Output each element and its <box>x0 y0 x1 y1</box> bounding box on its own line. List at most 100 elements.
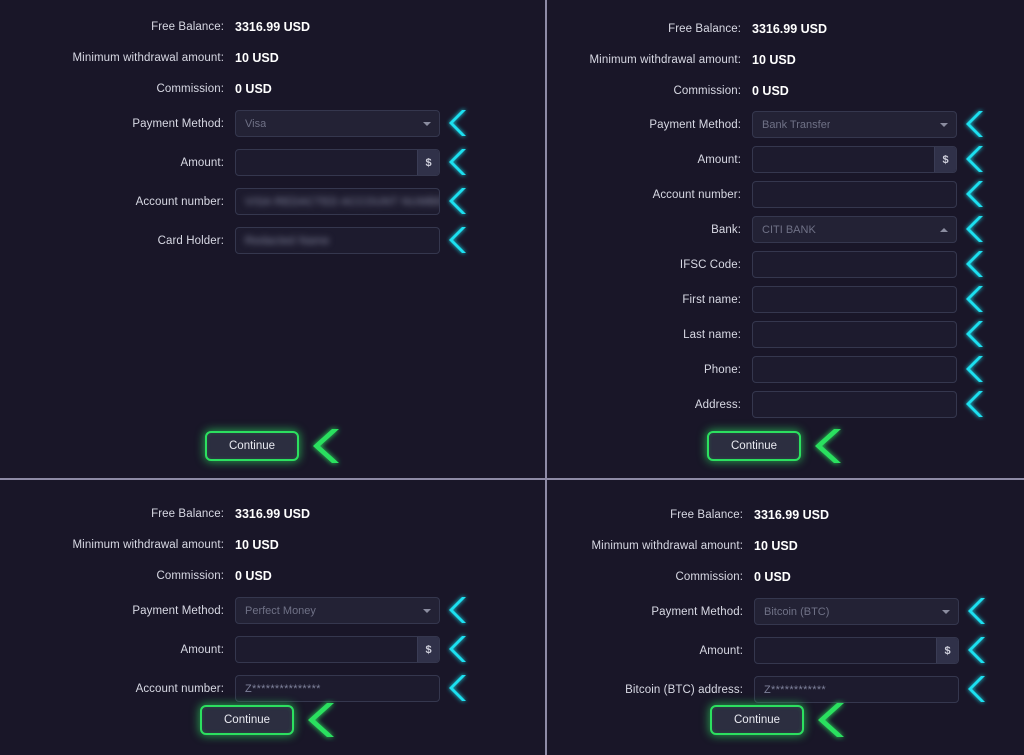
payment-method-row: Payment Method: Bank Transfer <box>547 111 1024 138</box>
commission-label: Commission: <box>0 570 235 582</box>
payment-method-select[interactable]: Bank Transfer <box>752 111 957 138</box>
bank-selected-value: CITI BANK <box>762 224 816 236</box>
ifsc-code-field[interactable] <box>752 251 957 278</box>
free-balance-row: Free Balance: 3316.99 USD <box>0 20 545 34</box>
payment-method-selected-value: Bank Transfer <box>762 119 830 131</box>
free-balance-value: 3316.99 USD <box>235 20 310 34</box>
left-chevron-arrow-icon <box>302 698 342 742</box>
minimum-withdrawal-label: Minimum withdrawal amount: <box>0 52 235 64</box>
phone-label: Phone: <box>547 364 752 376</box>
payment-method-label: Payment Method: <box>547 606 754 618</box>
account-number-field[interactable]: VISA REDACTED ACCOUNT NUMBER <box>235 188 440 215</box>
first-name-row: First name: <box>547 286 1024 313</box>
amount-row: Amount: $ <box>0 636 545 663</box>
continue-row: Continue <box>200 698 342 742</box>
card-holder-field[interactable]: Redacted Name <box>235 227 440 254</box>
payment-method-label: Payment Method: <box>0 605 235 617</box>
bank-select[interactable]: CITI BANK <box>752 216 957 243</box>
payment-method-row: Payment Method: Bitcoin (BTC) <box>547 598 1024 625</box>
payment-method-select[interactable]: Visa <box>235 110 440 137</box>
left-chevron-arrow-icon <box>446 145 472 179</box>
amount-field[interactable]: $ <box>235 149 440 176</box>
left-chevron-arrow-icon <box>963 387 989 421</box>
card-holder-label: Card Holder: <box>0 235 235 247</box>
chevron-down-icon <box>423 609 431 613</box>
continue-row: Continue <box>707 424 849 468</box>
amount-field[interactable]: $ <box>235 636 440 663</box>
free-balance-row: Free Balance: 3316.99 USD <box>547 22 1024 36</box>
amount-input-value[interactable] <box>753 147 934 172</box>
address-label: Address: <box>547 399 752 411</box>
bank-row: Bank: CITI BANK <box>547 216 1024 243</box>
left-chevron-arrow-icon <box>963 352 989 386</box>
free-balance-row: Free Balance: 3316.99 USD <box>547 508 1024 522</box>
continue-button[interactable]: Continue <box>710 705 804 735</box>
phone-row: Phone: <box>547 356 1024 383</box>
bitcoin-address-label: Bitcoin (BTC) address: <box>547 684 754 696</box>
withdrawal-methods-composite: Free Balance: 3316.99 USD Minimum withdr… <box>0 0 1024 755</box>
continue-button[interactable]: Continue <box>205 431 299 461</box>
amount-input-value[interactable] <box>755 638 936 663</box>
minimum-withdrawal-label: Minimum withdrawal amount: <box>0 539 235 551</box>
free-balance-value: 3316.99 USD <box>235 507 310 521</box>
commission-value: 0 USD <box>235 569 272 583</box>
left-chevron-arrow-icon <box>446 593 472 627</box>
account-number-row: Account number: VISA REDACTED ACCOUNT NU… <box>0 188 545 215</box>
left-chevron-arrow-icon <box>965 594 991 628</box>
amount-row: Amount: $ <box>547 146 1024 173</box>
commission-label: Commission: <box>547 571 754 583</box>
minimum-withdrawal-value: 10 USD <box>752 53 796 67</box>
last-name-field[interactable] <box>752 321 957 348</box>
panel-perfect-money-withdrawal: Free Balance: 3316.99 USD Minimum withdr… <box>0 480 545 755</box>
left-chevron-arrow-icon <box>963 107 989 141</box>
address-field[interactable] <box>752 391 957 418</box>
payment-method-row: Payment Method: Perfect Money <box>0 597 545 624</box>
left-chevron-arrow-icon <box>307 424 347 468</box>
amount-label: Amount: <box>547 645 754 657</box>
free-balance-label: Free Balance: <box>0 21 235 33</box>
left-chevron-arrow-icon <box>812 698 852 742</box>
left-chevron-arrow-icon <box>963 212 989 246</box>
bitcoin-address-masked-value: Z************ <box>764 684 826 696</box>
phone-field[interactable] <box>752 356 957 383</box>
amount-label: Amount: <box>0 644 235 656</box>
address-row: Address: <box>547 391 1024 418</box>
account-number-masked-value: Z*************** <box>245 683 321 695</box>
minimum-withdrawal-row: Minimum withdrawal amount: 10 USD <box>547 53 1024 67</box>
free-balance-row: Free Balance: 3316.99 USD <box>0 507 545 521</box>
account-number-label: Account number: <box>0 683 235 695</box>
payment-method-select[interactable]: Bitcoin (BTC) <box>754 598 959 625</box>
first-name-field[interactable] <box>752 286 957 313</box>
minimum-withdrawal-row: Minimum withdrawal amount: 10 USD <box>0 538 545 552</box>
continue-button[interactable]: Continue <box>707 431 801 461</box>
continue-button[interactable]: Continue <box>200 705 294 735</box>
left-chevron-arrow-icon <box>446 106 472 140</box>
amount-field[interactable]: $ <box>752 146 957 173</box>
payment-method-selected-value: Visa <box>245 118 266 130</box>
chevron-up-icon <box>940 228 948 232</box>
amount-field[interactable]: $ <box>754 637 959 664</box>
account-number-label: Account number: <box>0 196 235 208</box>
account-number-value-redacted: VISA REDACTED ACCOUNT NUMBER <box>245 196 440 208</box>
minimum-withdrawal-value: 10 USD <box>235 538 279 552</box>
card-holder-row: Card Holder: Redacted Name <box>0 227 545 254</box>
payment-method-label: Payment Method: <box>0 118 235 130</box>
panel-visa-withdrawal: Free Balance: 3316.99 USD Minimum withdr… <box>0 0 545 478</box>
amount-input-value[interactable] <box>236 637 417 662</box>
ifsc-code-label: IFSC Code: <box>547 259 752 271</box>
amount-currency-suffix: $ <box>936 638 958 663</box>
account-number-field[interactable] <box>752 181 957 208</box>
payment-method-selected-value: Perfect Money <box>245 605 316 617</box>
free-balance-label: Free Balance: <box>0 508 235 520</box>
free-balance-value: 3316.99 USD <box>754 508 829 522</box>
payment-method-select[interactable]: Perfect Money <box>235 597 440 624</box>
minimum-withdrawal-row: Minimum withdrawal amount: 10 USD <box>547 539 1024 553</box>
minimum-withdrawal-row: Minimum withdrawal amount: 10 USD <box>0 51 545 65</box>
payment-method-selected-value: Bitcoin (BTC) <box>764 606 829 618</box>
minimum-withdrawal-label: Minimum withdrawal amount: <box>547 54 752 66</box>
commission-value: 0 USD <box>752 84 789 98</box>
amount-input-value[interactable] <box>236 150 417 175</box>
left-chevron-arrow-icon <box>446 671 472 705</box>
free-balance-label: Free Balance: <box>547 509 754 521</box>
account-number-row: Account number: <box>547 181 1024 208</box>
